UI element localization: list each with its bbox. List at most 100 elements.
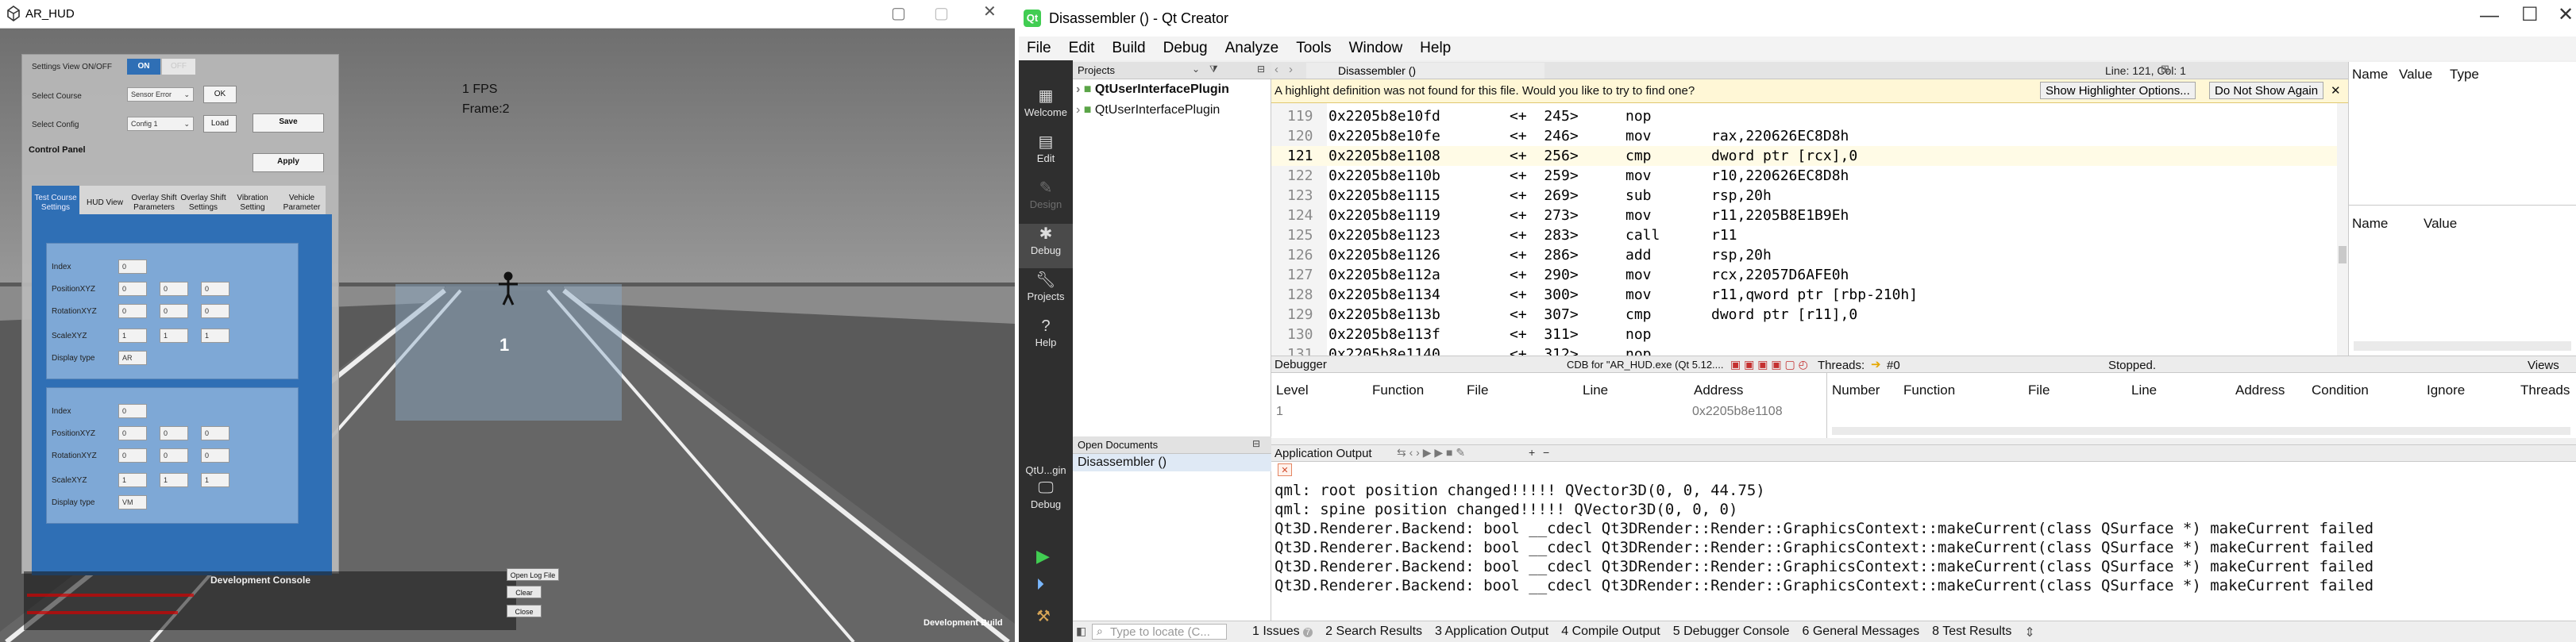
mode-projects[interactable]: 🔧︎ Projects (1019, 270, 1073, 314)
index-input[interactable]: 0 (118, 404, 147, 418)
position-y-input[interactable]: 0 (160, 426, 188, 440)
disassembly-line[interactable]: 122 0x2205b8e110b <+ 259> mov r10,220626EC8D… (1271, 166, 2348, 186)
disassembly-line[interactable]: 127 0x2205b8e112a <+ 290> mov rcx,22057D6AFE… (1271, 265, 2348, 285)
more-tabs-icon[interactable]: ⇕ (2024, 625, 2034, 640)
close-icon[interactable]: ⊟ (1252, 438, 1260, 449)
menu-tools[interactable]: Tools (1296, 40, 1331, 57)
rotation-z-input[interactable]: 0 (201, 448, 229, 463)
show-highlighter-options-button[interactable]: Show Highlighter Options... (2040, 82, 2196, 99)
maximize-icon[interactable]: ☐ (2521, 3, 2539, 26)
editor-scrollbar[interactable] (2337, 103, 2348, 356)
views-menu[interactable]: Views (2528, 359, 2559, 372)
tab-compile-output[interactable]: 4 Compile Output (1561, 625, 1660, 640)
debug-run-icon[interactable]: ⏵ (1036, 576, 1044, 594)
index-input[interactable]: 0 (118, 259, 147, 274)
disassembly-line[interactable]: 121 0x2205b8e1108 <+ 256> cmp dword ptr [rcx… (1271, 146, 2348, 166)
toggle-on-button[interactable]: ON (127, 59, 160, 75)
breakpoint-icons[interactable]: ▣ ▣ ▣ ▣ ▢ ◴ (1730, 358, 1808, 371)
project-item[interactable]: › ■ QtUserInterfacePlugin (1076, 103, 1220, 117)
toggle-sidebar-icon[interactable]: ◧ (1076, 625, 1086, 638)
filter-icon[interactable]: ⧩ (1209, 63, 1218, 75)
editor-document-tab[interactable]: Disassembler () (1306, 63, 1544, 79)
tab-issues[interactable]: 1 Issues 7 (1252, 625, 1313, 640)
project-item[interactable]: › ■ QtUserInterfacePlugin (1076, 83, 1229, 97)
ok-button[interactable]: OK (203, 86, 237, 103)
tab-search-results[interactable]: 2 Search Results (1325, 625, 1422, 640)
scale-x-input[interactable]: 1 (118, 329, 147, 343)
position-x-input[interactable]: 0 (118, 282, 147, 296)
close-icon[interactable]: ✕ (2558, 3, 2574, 26)
close-icon[interactable]: ✕ (983, 2, 997, 21)
stop-process-icon[interactable]: ✕ (1278, 463, 1292, 476)
chevron-down-icon[interactable]: ⌄ (1192, 63, 1200, 75)
apply-button[interactable]: Apply (253, 153, 324, 172)
tab-debugger-console[interactable]: 5 Debugger Console (1673, 625, 1790, 640)
zoom-out-icon[interactable]: − (1543, 446, 1549, 459)
mode-welcome[interactable]: ▦ Welcome (1019, 86, 1073, 130)
stack-row-address[interactable]: 0x2205b8e1108 (1692, 405, 1783, 419)
disassembly-line[interactable]: 126 0x2205b8e1126 <+ 286> add rsp,20h (1271, 245, 2348, 265)
select-config-dropdown[interactable]: Config 1 ⌄ (127, 117, 194, 131)
menu-build[interactable]: Build (1112, 40, 1145, 57)
horizontal-scrollbar[interactable] (1832, 427, 2570, 435)
disassembly-line[interactable]: 124 0x2205b8e1119 <+ 273> mov r11,2205B8E1B9… (1271, 206, 2348, 225)
toggle-off-button[interactable]: OFF (162, 59, 195, 75)
close-icon[interactable]: ✕ (2331, 83, 2341, 98)
menu-file[interactable]: File (1027, 40, 1051, 57)
maximize-icon[interactable]: ▢ (934, 3, 949, 23)
output-toolbar-icons[interactable]: ⇆ ‹ › ▶ ▶ ■ ✎ (1397, 446, 1465, 459)
mode-design[interactable]: ✎ Design (1019, 178, 1073, 222)
disassembly-line[interactable]: 128 0x2205b8e1134 <+ 300> mov r11,qword ptr … (1271, 285, 2348, 305)
display-type-input[interactable]: AR (118, 351, 147, 365)
run-icon[interactable]: ▶ (1036, 546, 1050, 567)
menu-window[interactable]: Window (1349, 40, 1403, 57)
disassembly-line[interactable]: 130 0x2205b8e113f <+ 311> nop (1271, 325, 2348, 344)
scrollbar-thumb[interactable] (2339, 246, 2347, 263)
position-y-input[interactable]: 0 (160, 282, 188, 296)
scale-z-input[interactable]: 1 (201, 329, 229, 343)
menu-edit[interactable]: Edit (1069, 40, 1095, 57)
save-button[interactable]: Save (253, 113, 324, 133)
tab-general-messages[interactable]: 6 General Messages (1803, 625, 1920, 640)
build-hammer-icon[interactable]: ⚒ (1036, 606, 1051, 626)
zoom-in-icon[interactable]: + (1529, 446, 1535, 459)
locator-input[interactable]: Type to locate (C... (1092, 624, 1227, 640)
disassembly-line[interactable]: 129 0x2205b8e113b <+ 307> cmp dword ptr [r11… (1271, 305, 2348, 325)
disassembly-line[interactable]: 125 0x2205b8e1123 <+ 283> call r11 (1271, 225, 2348, 245)
disassembly-line[interactable]: 119 0x2205b8e10fd <+ 245> nop (1271, 106, 2348, 126)
position-z-input[interactable]: 0 (201, 426, 229, 440)
restore-icon[interactable]: ▢ (891, 3, 906, 23)
menu-help[interactable]: Help (1420, 40, 1451, 57)
position-x-input[interactable]: 0 (118, 426, 147, 440)
kit-selector[interactable]: QtU...gin 🖵︎ Debug (1019, 463, 1073, 524)
menu-debug[interactable]: Debug (1163, 40, 1208, 57)
disassembly-line[interactable]: 123 0x2205b8e1115 <+ 269> sub rsp,20h (1271, 186, 2348, 206)
scale-x-input[interactable]: 1 (118, 473, 147, 487)
close-icon[interactable]: ⊟ (1257, 63, 1265, 75)
split-icon[interactable]: ⊞ (2161, 63, 2169, 75)
scale-y-input[interactable]: 1 (160, 473, 188, 487)
position-z-input[interactable]: 0 (201, 282, 229, 296)
stack-row-level[interactable]: 1 (1276, 405, 1283, 419)
mode-debug[interactable]: ✱ Debug (1019, 224, 1073, 268)
forward-icon[interactable]: › (1289, 63, 1293, 76)
rotation-x-input[interactable]: 0 (118, 448, 147, 463)
rotation-z-input[interactable]: 0 (201, 304, 229, 318)
select-course-dropdown[interactable]: Sensor Error ⌄ (127, 87, 194, 102)
minimize-icon[interactable]: — (2480, 5, 2499, 27)
horizontal-scrollbar[interactable] (2354, 341, 2571, 351)
scale-y-input[interactable]: 1 (160, 329, 188, 343)
open-log-file-button[interactable]: Open Log File (507, 568, 559, 581)
debugger-engine-select[interactable]: CDB for "AR_HUD.exe (Qt 5.12.... (1567, 359, 1724, 371)
rotation-y-input[interactable]: 0 (160, 448, 188, 463)
tab-application-output[interactable]: 3 Application Output (1435, 625, 1548, 640)
clear-button[interactable]: Clear (507, 586, 542, 598)
rotation-y-input[interactable]: 0 (160, 304, 188, 318)
thread-value[interactable]: #0 (1887, 359, 1900, 372)
disassembly-line[interactable]: 120 0x2205b8e10fe <+ 246> mov rax,220626EC8D… (1271, 126, 2348, 146)
load-button[interactable]: Load (203, 115, 237, 133)
display-type-input[interactable]: VM (118, 495, 147, 509)
close-button[interactable]: Close (507, 605, 542, 617)
rotation-x-input[interactable]: 0 (118, 304, 147, 318)
back-icon[interactable]: ‹ (1275, 63, 1278, 76)
